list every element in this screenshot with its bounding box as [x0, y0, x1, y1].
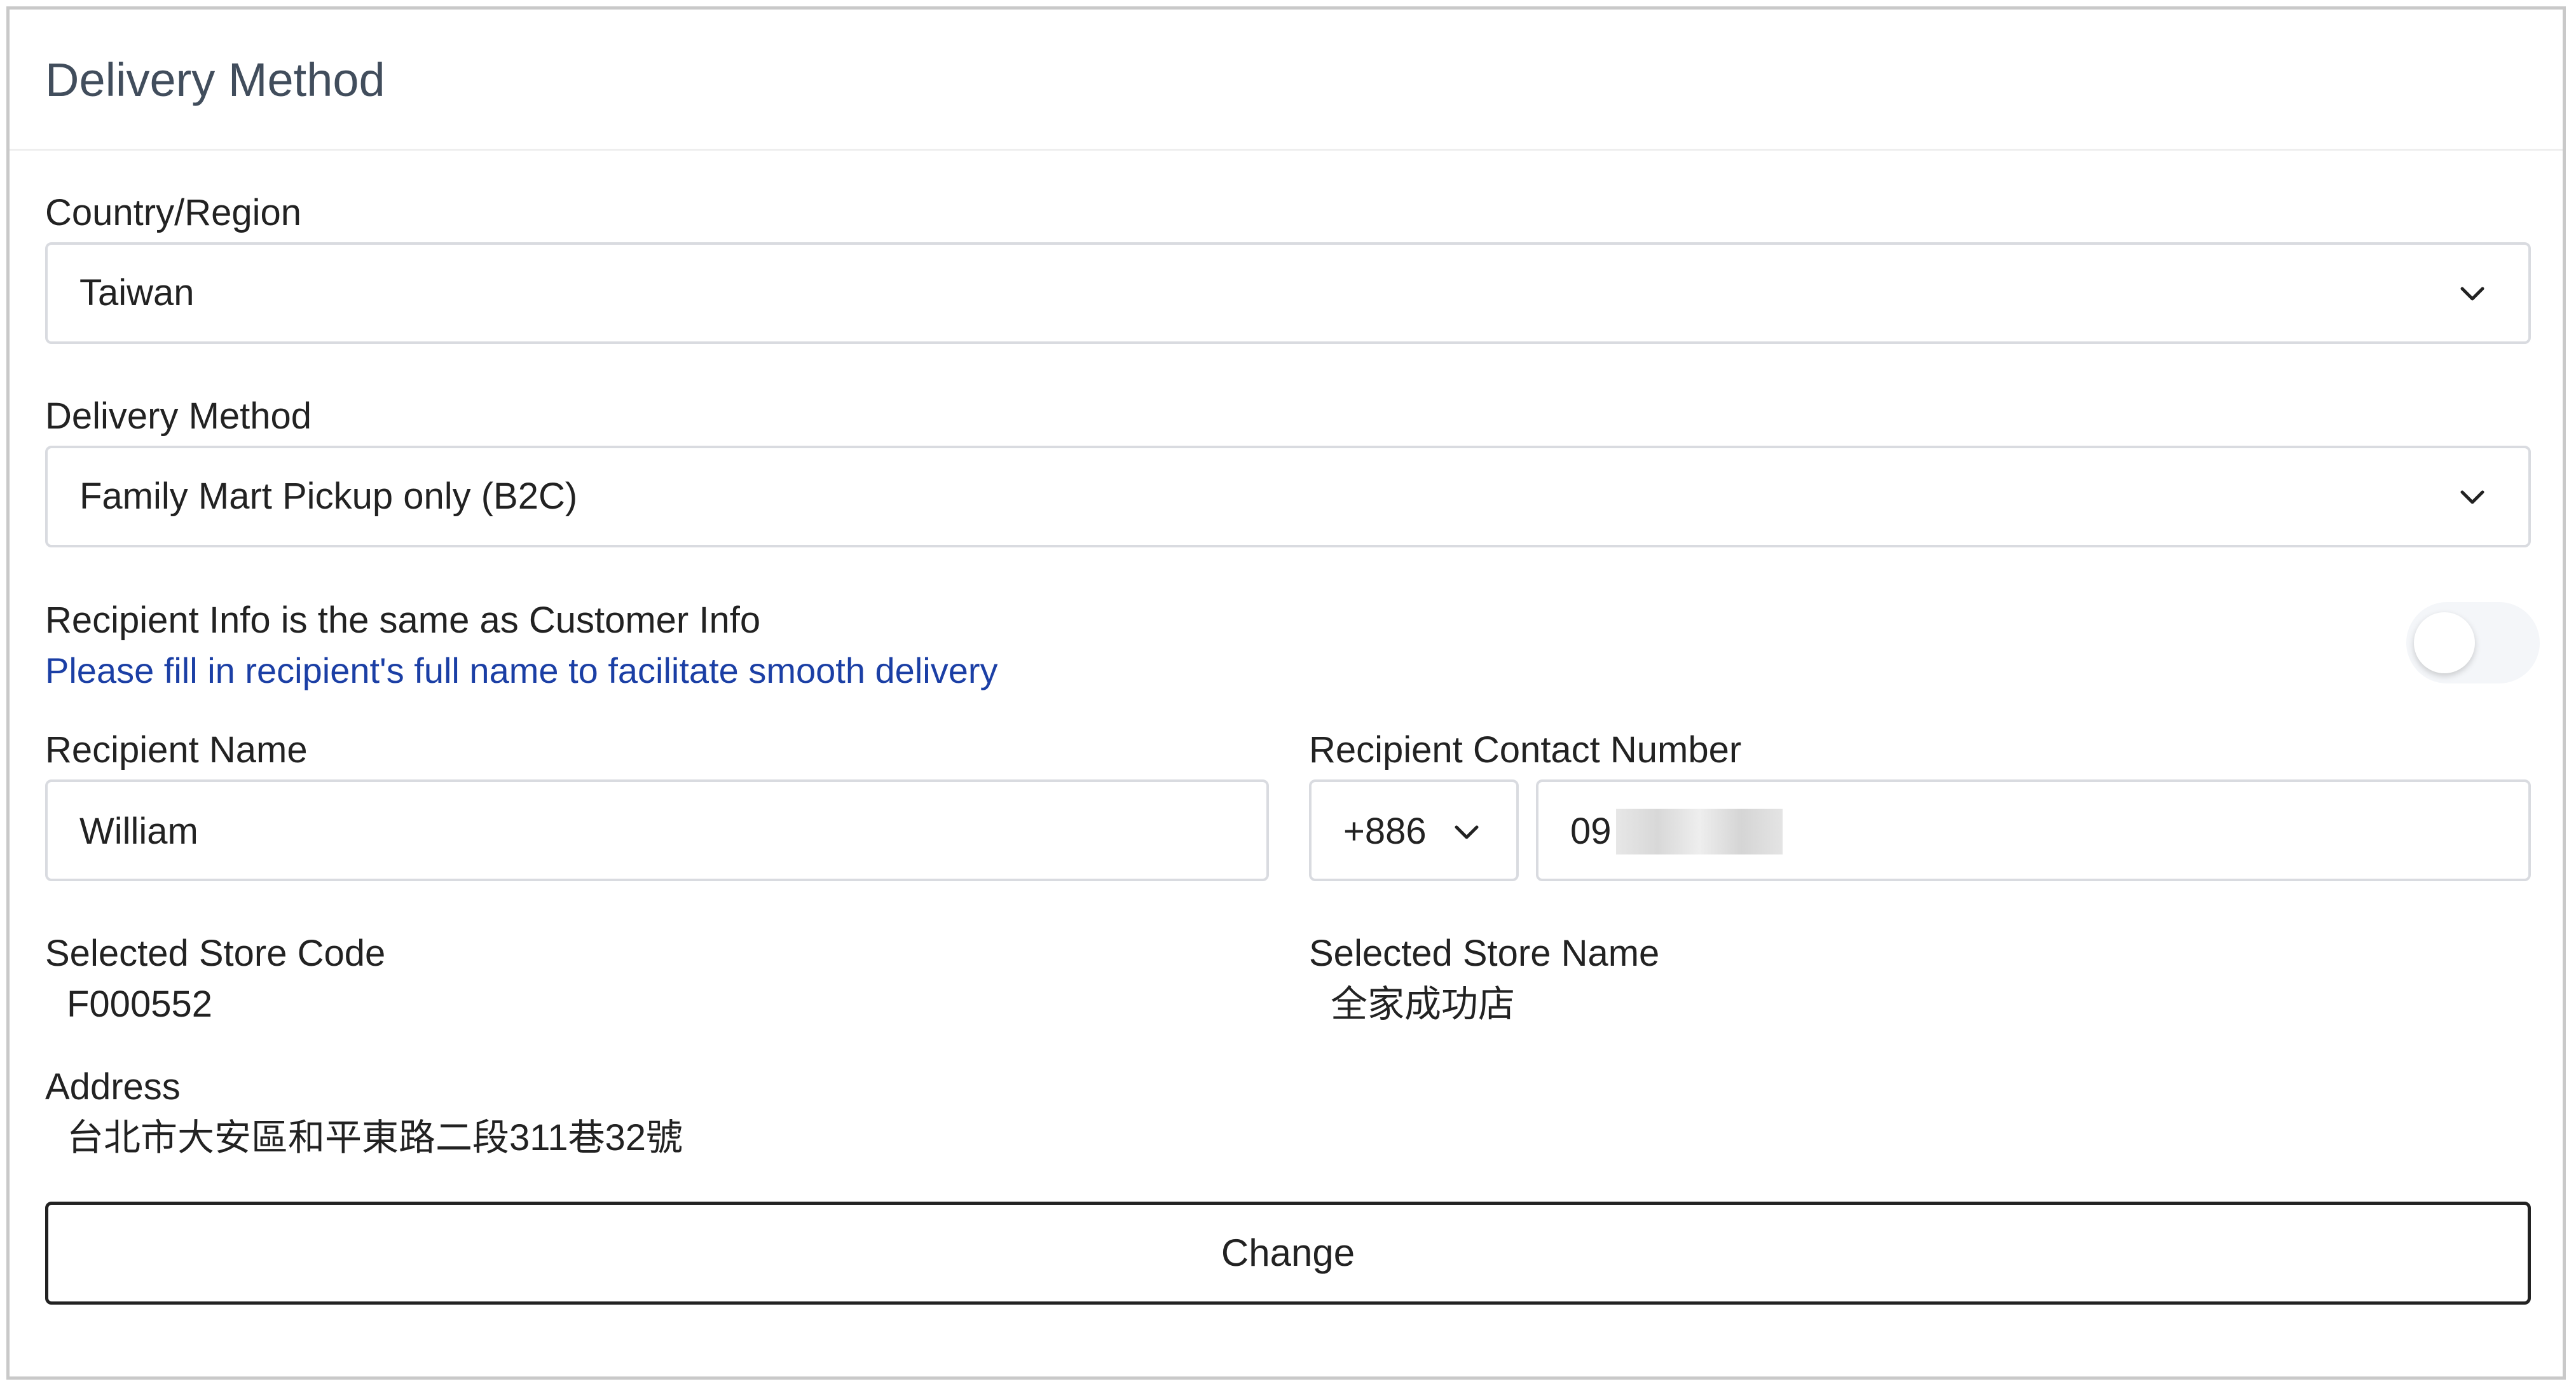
panel-header: Delivery Method [10, 10, 2563, 151]
recipient-same-label: Recipient Info is the same as Customer I… [45, 600, 761, 641]
store-code-value: F000552 [67, 984, 212, 1025]
delivery-method-panel: Delivery Method Country/Region Taiwan De… [6, 6, 2566, 1380]
country-label: Country/Region [45, 192, 301, 233]
chevron-down-icon [1455, 825, 1479, 839]
chevron-down-icon [2460, 287, 2484, 301]
recipient-name-value: William [79, 811, 198, 852]
recipient-name-input[interactable]: William [45, 779, 1269, 881]
store-name-label: Selected Store Name [1309, 933, 1660, 974]
address-label: Address [45, 1066, 181, 1108]
delivery-method-select[interactable]: Family Mart Pickup only (B2C) [45, 446, 2531, 547]
recipient-same-toggle[interactable] [2406, 602, 2540, 683]
delivery-method-select-value: Family Mart Pickup only (B2C) [79, 476, 578, 517]
delivery-method-label: Delivery Method [45, 395, 312, 437]
chevron-down-icon [2460, 490, 2484, 504]
recipient-name-label: Recipient Name [45, 729, 308, 771]
country-select[interactable]: Taiwan [45, 242, 2531, 344]
contact-number-value: 09 [1570, 811, 1612, 852]
country-code-select[interactable]: +886 [1309, 779, 1519, 881]
contact-number-input[interactable]: 09 [1536, 779, 2531, 881]
address-value: 台北市大安區和平東路二段311巷32號 [67, 1117, 683, 1158]
country-code-value: +886 [1343, 811, 1427, 852]
country-select-value: Taiwan [79, 272, 195, 313]
toggle-knob [2414, 612, 2475, 673]
recipient-contact-label: Recipient Contact Number [1309, 729, 1742, 771]
store-name-value: 全家成功店 [1331, 984, 1516, 1025]
change-store-button[interactable]: Change [45, 1202, 2531, 1305]
redacted-number-mask [1616, 809, 1783, 854]
store-code-label: Selected Store Code [45, 933, 386, 974]
panel-title: Delivery Method [45, 53, 385, 106]
recipient-name-hint: Please fill in recipient's full name to … [45, 650, 998, 690]
